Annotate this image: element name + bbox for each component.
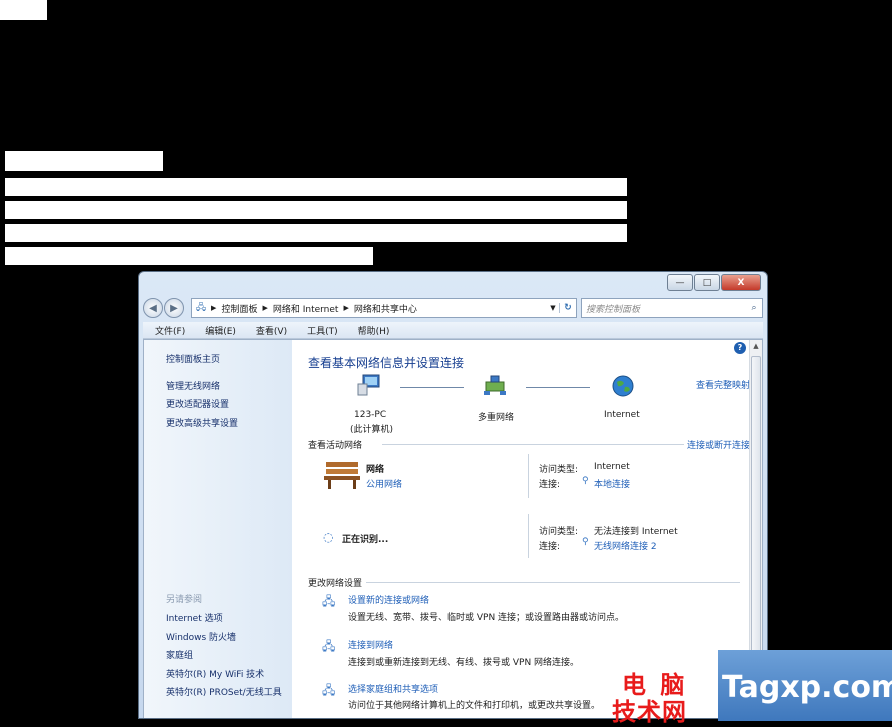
watermark-line2: 技术网 [612, 698, 687, 726]
breadcrumb-control-panel[interactable]: 控制面板 [221, 302, 257, 315]
address-bar[interactable]: 🖧 ▶ 控制面板 ▶ 网络和 Internet ▶ 网络和共享中心 ▼ ↻ [191, 298, 577, 318]
refresh-icon[interactable]: ↻ [559, 303, 576, 313]
setup-connection-link[interactable]: 设置新的连接或网络 [348, 593, 429, 606]
sidebar-item-home[interactable]: 控制面板主页 [166, 352, 220, 365]
spinner-icon: ◌ [323, 530, 334, 544]
divider [528, 454, 529, 498]
divider [366, 582, 740, 583]
computer-sublabel: (此计算机) [350, 425, 394, 435]
menu-bar: 文件(F) 编辑(E) 查看(V) 工具(T) 帮助(H) [143, 322, 763, 339]
wireless-icon: ⚲ [582, 537, 589, 547]
connect-network-icon: 🖧 [322, 639, 336, 653]
computer-node [350, 374, 390, 399]
sidebar-item-firewall[interactable]: Windows 防火墙 [166, 630, 236, 643]
help-icon[interactable]: ? [734, 342, 746, 354]
menu-file[interactable]: 文件(F) [143, 324, 193, 337]
access-type-value: Internet [594, 462, 630, 472]
access-type-label: 访问类型: [539, 527, 579, 537]
sidebar-item-advanced-sharing[interactable]: 更改高级共享设置 [166, 416, 238, 429]
divider [382, 444, 684, 445]
page-title: 查看基本网络信息并设置连接 [308, 356, 465, 370]
sidebar-item-manage-wireless[interactable]: 管理无线网络 [166, 379, 220, 392]
redacted-block [5, 224, 627, 242]
main-panel: 查看基本网络信息并设置连接 123-PC (此计算机) 多重网络 Interne… [308, 340, 750, 718]
sidebar-item-internet-options[interactable]: Internet 选项 [166, 611, 223, 624]
network-icon [484, 375, 506, 395]
connect-disconnect-link[interactable]: 连接或断开连接 [687, 438, 750, 451]
sidebar: 控制面板主页 管理无线网络 更改适配器设置 更改高级共享设置 另请参阅 Inte… [144, 340, 292, 718]
globe-icon [612, 375, 634, 397]
back-button[interactable]: ◀ [143, 298, 163, 318]
divider [528, 514, 529, 558]
view-full-map-link[interactable]: 查看完整映射 [696, 378, 750, 391]
wireless-connection-link[interactable]: 无线网络连接 2 [594, 539, 657, 552]
chevron-right-icon: ▶ [211, 304, 217, 312]
homegroup-sharing-link[interactable]: 选择家庭组和共享选项 [348, 682, 438, 695]
search-placeholder: 搜索控制面板 [586, 304, 641, 315]
identifying-status: 正在识别... [342, 535, 389, 545]
network-name: 网络 [366, 465, 385, 475]
forward-button[interactable]: ▶ [164, 298, 184, 318]
homegroup-sharing-desc: 访问位于其他网络计算机上的文件和打印机，或更改共享设置。 [348, 701, 601, 711]
computer-icon [357, 374, 380, 396]
internet-node [610, 374, 636, 401]
breadcrumb-network-sharing[interactable]: 网络和共享中心 [354, 302, 417, 315]
sidebar-item-my-wifi[interactable]: 英特尔(R) My WiFi 技术 [166, 667, 264, 680]
chevron-right-icon: ▶ [262, 304, 268, 312]
chevron-down-icon[interactable]: ▼ [547, 304, 559, 312]
access-type-label: 访问类型: [539, 465, 579, 475]
connect-network-desc: 连接到或重新连接到无线、有线、拨号或 VPN 网络连接。 [348, 658, 580, 668]
redacted-block [0, 0, 47, 20]
menu-tools[interactable]: 工具(T) [295, 324, 346, 337]
search-icon[interactable]: ⌕ [746, 303, 762, 313]
network-type-link[interactable]: 公用网络 [366, 477, 402, 490]
sidebar-item-homegroup[interactable]: 家庭组 [166, 648, 193, 661]
multi-network-label: 多重网络 [478, 413, 515, 423]
redacted-block [5, 247, 373, 265]
search-input[interactable]: 搜索控制面板 ⌕ [581, 298, 763, 318]
sidebar-item-adapter-settings[interactable]: 更改适配器设置 [166, 397, 229, 410]
connection-label: 连接: [539, 480, 561, 490]
access-type-value: 无法连接到 Internet [594, 527, 678, 537]
redacted-block [5, 151, 163, 171]
watermark-site: Tagxp.com [722, 670, 892, 705]
scroll-up-icon[interactable]: ▲ [750, 340, 762, 352]
connection-label: 连接: [539, 542, 561, 552]
connect-network-link[interactable]: 连接到网络 [348, 638, 393, 651]
ethernet-icon: ⚲ [582, 476, 589, 486]
setup-connection-desc: 设置无线、宽带、拨号、临时或 VPN 连接；或设置路由器或访问点。 [348, 613, 625, 623]
network-sharing-window: — □ X ◀ ▶ 🖧 ▶ 控制面板 ▶ 网络和 Internet ▶ 网络和共… [138, 271, 768, 719]
close-button[interactable]: X [721, 274, 761, 291]
internet-label: Internet [604, 410, 640, 420]
see-also-heading: 另请参阅 [166, 595, 203, 605]
homegroup-icon: 🖧 [322, 683, 336, 697]
computer-label: 123-PC [354, 410, 387, 420]
sidebar-item-proset[interactable]: 英特尔(R) PROSet/无线工具 [166, 685, 282, 698]
change-settings-heading: 更改网络设置 [308, 579, 363, 589]
maximize-button[interactable]: □ [694, 274, 720, 291]
redacted-block [5, 178, 627, 196]
redacted-block [5, 201, 627, 219]
multi-network-node [480, 374, 510, 399]
minimize-button[interactable]: — [667, 274, 693, 291]
new-connection-icon: 🖧 [322, 594, 336, 608]
local-connection-link[interactable]: 本地连接 [594, 477, 630, 490]
map-link-line [526, 387, 590, 388]
navigation-bar: ◀ ▶ 🖧 ▶ 控制面板 ▶ 网络和 Internet ▶ 网络和共享中心 ▼ … [143, 297, 763, 319]
map-link-line [400, 387, 464, 388]
menu-edit[interactable]: 编辑(E) [193, 324, 244, 337]
chevron-right-icon: ▶ [343, 304, 349, 312]
network-folder-icon: 🖧 [196, 303, 207, 313]
bench-icon [324, 462, 360, 489]
content-area: 控制面板主页 管理无线网络 更改适配器设置 更改高级共享设置 另请参阅 Inte… [143, 339, 763, 718]
menu-help[interactable]: 帮助(H) [346, 324, 398, 337]
active-networks-heading: 查看活动网络 [308, 441, 363, 451]
menu-view[interactable]: 查看(V) [244, 324, 295, 337]
breadcrumb-network-internet[interactable]: 网络和 Internet [273, 302, 339, 315]
caption-buttons: — □ X [666, 274, 761, 291]
